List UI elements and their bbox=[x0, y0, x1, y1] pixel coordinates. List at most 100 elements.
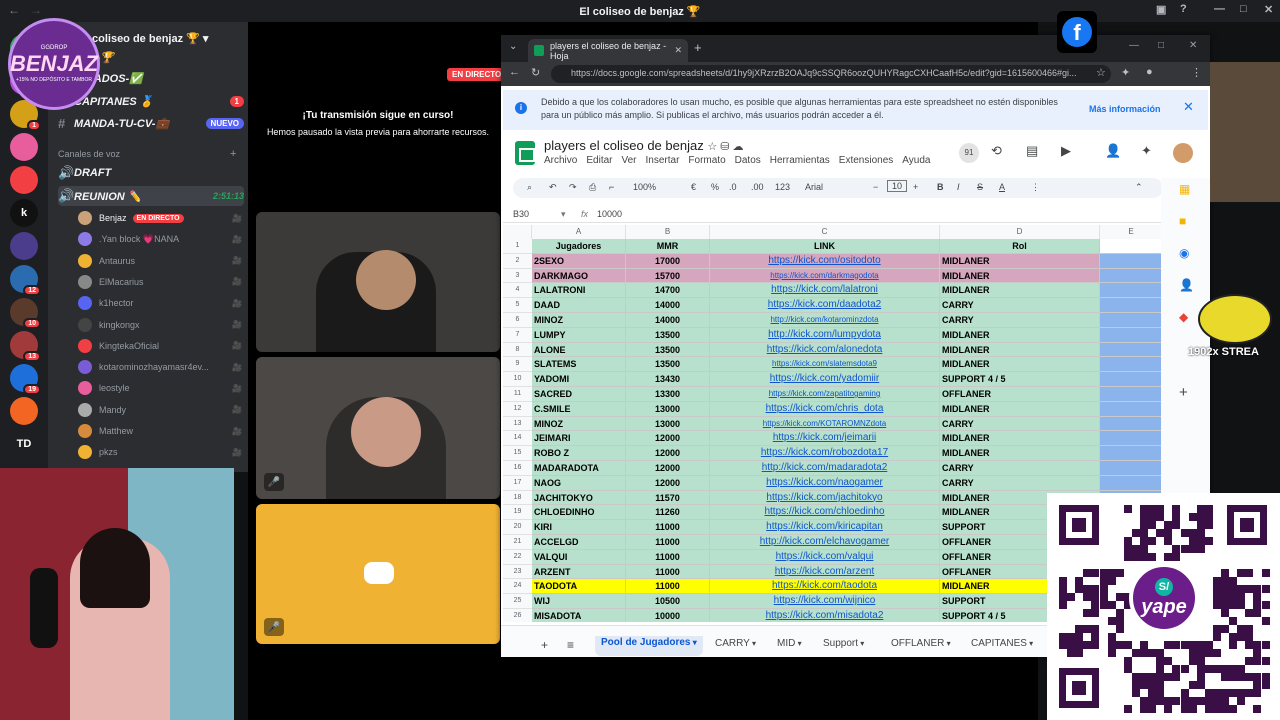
decrease-decimal-icon[interactable]: .0 bbox=[729, 182, 737, 192]
row-number[interactable]: 23 bbox=[503, 564, 532, 580]
server-icon[interactable] bbox=[10, 166, 38, 194]
row-number[interactable]: 15 bbox=[503, 446, 532, 461]
row-number[interactable]: 11 bbox=[503, 387, 532, 402]
voice-user[interactable]: KingtekaOficial 🎥 bbox=[78, 336, 244, 356]
role-cell[interactable]: CARRY bbox=[940, 313, 1100, 328]
empty-cell[interactable] bbox=[1100, 298, 1163, 313]
player-cell[interactable]: NAOG bbox=[532, 475, 626, 491]
more-tools-icon[interactable]: ⋮ bbox=[1031, 182, 1040, 193]
voice-user[interactable]: Antaurus 🎥 bbox=[78, 251, 244, 271]
browser-tab[interactable]: players el coliseo de benjaz - Hoja ✕ bbox=[528, 39, 688, 62]
link-cell[interactable]: https://kick.com/lalatroni bbox=[710, 283, 940, 299]
player-cell[interactable]: SLATEMS bbox=[532, 357, 626, 373]
role-cell[interactable]: CARRY bbox=[940, 298, 1100, 313]
player-cell[interactable]: LUMPY bbox=[532, 327, 626, 343]
empty-cell[interactable] bbox=[1100, 327, 1163, 343]
row-number[interactable]: 4 bbox=[503, 283, 532, 299]
mmr-cell[interactable]: 13500 bbox=[626, 357, 710, 373]
server-icon[interactable]: 12 bbox=[10, 265, 41, 296]
column-header[interactable]: A bbox=[532, 225, 626, 239]
role-cell[interactable]: MIDLANER bbox=[940, 253, 1100, 269]
empty-cell[interactable] bbox=[1100, 475, 1163, 491]
video-tile-1[interactable] bbox=[256, 212, 500, 352]
strikethrough-icon[interactable]: S bbox=[977, 182, 983, 192]
table-header[interactable]: MMR bbox=[626, 239, 710, 254]
link-cell[interactable]: https://kick.com/darkmagodota bbox=[710, 268, 940, 284]
minimize-icon[interactable]: — bbox=[1214, 3, 1225, 15]
empty-cell[interactable] bbox=[1100, 416, 1163, 432]
sheet-tab[interactable]: MID ▾ bbox=[777, 638, 802, 649]
voice-category-label[interactable]: Canales de voz bbox=[58, 149, 120, 159]
server-icon[interactable]: TD bbox=[10, 430, 38, 458]
table-header[interactable]: Rol bbox=[940, 239, 1100, 254]
name-box[interactable]: B30 bbox=[513, 209, 529, 219]
share-icon[interactable]: 👤 bbox=[1105, 143, 1121, 159]
video-tile-2[interactable]: 🎤 bbox=[256, 357, 500, 499]
link-cell[interactable]: https://kick.com/zapatitogaming bbox=[710, 387, 940, 402]
paint-format-icon[interactable]: ⌐ bbox=[609, 182, 614, 192]
browser-close-icon[interactable]: ✕ bbox=[1189, 40, 1197, 51]
link-cell[interactable]: https://kick.com/yadomiir bbox=[710, 372, 940, 387]
row-number[interactable]: 9 bbox=[503, 357, 532, 373]
role-cell[interactable]: MIDLANER bbox=[940, 268, 1100, 284]
meet-icon[interactable]: ▶ bbox=[1061, 143, 1071, 159]
empty-cell[interactable] bbox=[1100, 313, 1163, 328]
empty-cell[interactable] bbox=[1100, 387, 1163, 402]
number-format-icon[interactable]: 123 bbox=[775, 182, 790, 192]
row-number[interactable]: 6 bbox=[503, 313, 532, 328]
server-icon[interactable] bbox=[10, 397, 38, 425]
row-number[interactable]: 26 bbox=[503, 609, 532, 622]
link-cell[interactable]: https://kick.com/taodota bbox=[710, 579, 940, 595]
row-number[interactable]: 18 bbox=[503, 490, 532, 506]
server-icon[interactable]: 19 bbox=[10, 364, 41, 395]
mmr-cell[interactable]: 14000 bbox=[626, 298, 710, 313]
player-cell[interactable]: ALONE bbox=[532, 342, 626, 358]
server-icon[interactable] bbox=[10, 232, 38, 260]
mmr-cell[interactable]: 13000 bbox=[626, 416, 710, 432]
voice-user[interactable]: k1hector 🎥 bbox=[78, 293, 244, 313]
voice-user[interactable]: pkzs 🎥 bbox=[78, 442, 244, 462]
role-cell[interactable]: MIDLANER bbox=[940, 357, 1100, 373]
row-number[interactable]: 14 bbox=[503, 431, 532, 447]
link-cell[interactable]: https://kick.com/valqui bbox=[710, 549, 940, 565]
table-header[interactable]: LINK bbox=[710, 239, 940, 254]
tab-search-icon[interactable]: ⌄ bbox=[509, 41, 517, 52]
collapse-toolbar-icon[interactable]: ⌃ bbox=[1135, 182, 1143, 193]
link-cell[interactable]: https://kick.com/alonedota bbox=[710, 342, 940, 358]
player-cell[interactable]: VALQUI bbox=[532, 549, 626, 565]
link-cell[interactable]: http://kick.com/elchavogamer bbox=[710, 535, 940, 550]
mmr-cell[interactable]: 10000 bbox=[626, 609, 710, 622]
empty-cell[interactable] bbox=[1100, 357, 1163, 373]
browser-menu-icon[interactable]: ⋮ bbox=[1191, 66, 1202, 79]
row-number[interactable]: 21 bbox=[503, 535, 532, 550]
browser-maximize-icon[interactable]: □ bbox=[1158, 40, 1164, 51]
row-number[interactable]: 5 bbox=[503, 298, 532, 313]
sheets-logo-icon[interactable] bbox=[515, 141, 535, 165]
font-size-field[interactable]: 10 bbox=[887, 180, 908, 192]
link-cell[interactable]: https://kick.com/kiricapitan bbox=[710, 520, 940, 535]
mmr-cell[interactable]: 13500 bbox=[626, 342, 710, 358]
player-cell[interactable]: MADARADOTA bbox=[532, 461, 626, 476]
table-header[interactable]: Jugadores bbox=[532, 239, 626, 254]
close-banner-icon[interactable]: ✕ bbox=[1183, 100, 1194, 113]
row-number[interactable]: 19 bbox=[503, 505, 532, 521]
empty-cell[interactable] bbox=[1100, 283, 1163, 299]
voice-user[interactable]: Benjaz EN DIRECTO 🎥 bbox=[78, 208, 244, 228]
column-header[interactable]: B bbox=[626, 225, 710, 239]
mmr-cell[interactable]: 13500 bbox=[626, 327, 710, 343]
mmr-cell[interactable]: 11570 bbox=[626, 490, 710, 506]
profile-avatar[interactable]: ● bbox=[1146, 66, 1153, 78]
player-cell[interactable]: WIJ bbox=[532, 594, 626, 609]
role-cell[interactable]: MIDLANER bbox=[940, 431, 1100, 447]
mmr-cell[interactable]: 12000 bbox=[626, 431, 710, 447]
close-window-icon[interactable]: ✕ bbox=[1264, 3, 1273, 16]
mmr-cell[interactable]: 11000 bbox=[626, 549, 710, 565]
server-icon[interactable] bbox=[10, 133, 38, 161]
menu-item[interactable]: Editar bbox=[586, 155, 612, 166]
player-cell[interactable]: ACCELGD bbox=[532, 535, 626, 550]
url-field[interactable]: https://docs.google.com/spreadsheets/d/1… bbox=[551, 65, 1111, 83]
player-cell[interactable]: SACRED bbox=[532, 387, 626, 402]
menu-item[interactable]: Herramientas bbox=[770, 155, 830, 166]
more-info-link[interactable]: Más información bbox=[1089, 103, 1161, 116]
link-cell[interactable]: https://kick.com/jachitokyo bbox=[710, 490, 940, 506]
